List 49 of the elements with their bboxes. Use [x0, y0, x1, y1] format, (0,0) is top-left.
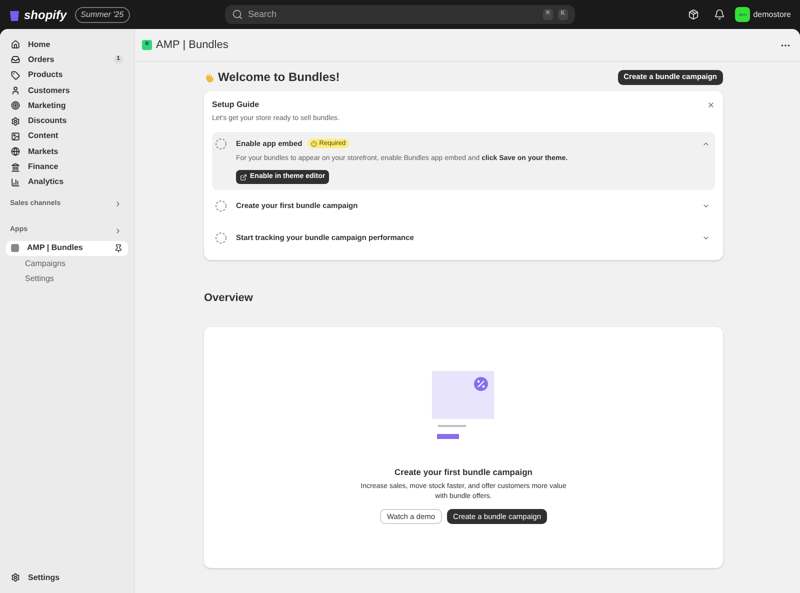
- nav-item[interactable]: Marketing: [6, 98, 128, 114]
- step-circle-icon[interactable]: [215, 138, 227, 150]
- chevron-right-icon[interactable]: [114, 226, 122, 235]
- empty-state-title: Create your first bundle campaign: [394, 466, 532, 478]
- target-icon: [11, 101, 20, 110]
- person-icon: [11, 86, 20, 96]
- chevron-down-icon[interactable]: [702, 234, 710, 242]
- section-heading: Overview: [204, 291, 254, 306]
- chevron-down-icon[interactable]: [702, 202, 710, 210]
- nav-item[interactable]: Markets: [6, 144, 128, 160]
- card-title: Setup Guide: [212, 99, 260, 111]
- image-icon: [11, 132, 20, 141]
- tag-icon: [11, 70, 20, 80]
- bank-icon: [11, 162, 20, 172]
- edition-badge: Summer '25: [74, 6, 130, 22]
- step-circle-icon[interactable]: [215, 232, 227, 244]
- inbox-icon: [11, 55, 20, 64]
- app-nav-item[interactable]: AMP | Bundles: [6, 240, 128, 256]
- search-field[interactable]: Search: [248, 8, 538, 22]
- nav-item[interactable]: Finance: [6, 159, 128, 175]
- nav-item[interactable]: Home: [6, 37, 128, 52]
- gear-icon: [11, 116, 20, 126]
- sub-nav-item[interactable]: Campaigns: [6, 256, 128, 272]
- globe-icon: [11, 147, 20, 156]
- nav-item[interactable]: Products: [6, 68, 128, 83]
- chevron-right-icon[interactable]: [114, 200, 122, 208]
- box-icon[interactable]: [688, 9, 700, 20]
- page-title: Welcome to Bundles!: [218, 69, 340, 86]
- nav-item[interactable]: Content: [6, 128, 128, 144]
- store-name[interactable]: demostore: [753, 8, 791, 20]
- alert-icon: [311, 140, 318, 146]
- settings-icon: [11, 573, 20, 582]
- nav-item[interactable]: Settings: [6, 570, 128, 585]
- nav-item[interactable]: Customers: [6, 82, 128, 98]
- nav-item[interactable]: Analytics: [6, 174, 128, 190]
- close-icon[interactable]: [707, 101, 715, 109]
- pin-icon[interactable]: [114, 244, 123, 253]
- app-icon: [11, 244, 19, 252]
- search-icon: [232, 9, 243, 20]
- external-link-icon: [240, 174, 247, 180]
- app-title: AMP | Bundles: [156, 38, 228, 53]
- shopping-bag-icon: [9, 8, 20, 21]
- bar-chart-icon: [11, 178, 20, 187]
- sub-nav-item[interactable]: Settings: [6, 271, 128, 287]
- brand-logo[interactable]: shopify: [24, 6, 67, 24]
- home-icon: [11, 40, 20, 50]
- step-circle-icon[interactable]: [215, 200, 227, 212]
- nav-item[interactable]: Discounts: [6, 113, 128, 129]
- notification-icon[interactable]: [714, 9, 726, 20]
